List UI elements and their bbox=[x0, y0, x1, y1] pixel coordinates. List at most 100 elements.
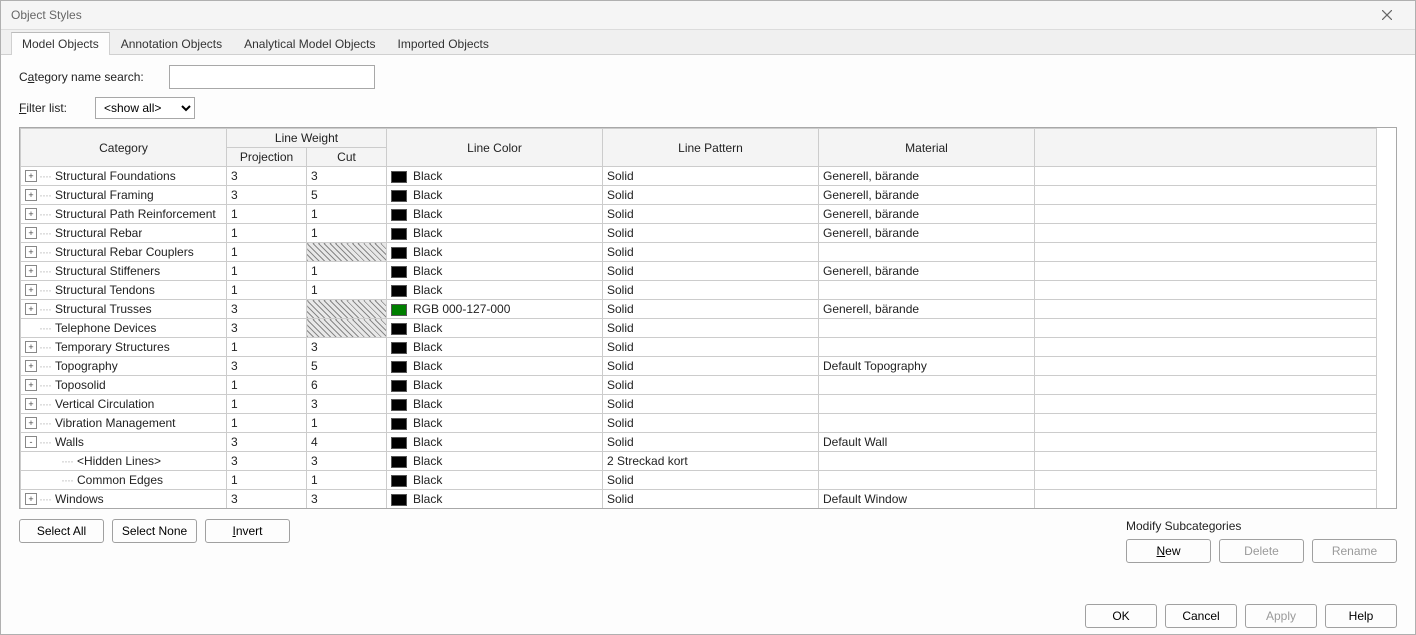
material-cell[interactable] bbox=[819, 338, 1035, 357]
projection-cell[interactable]: 1 bbox=[227, 281, 307, 300]
tree-expand-icon[interactable]: + bbox=[25, 303, 37, 315]
material-cell[interactable]: Default Wall bbox=[819, 433, 1035, 452]
line-color-cell[interactable]: Black bbox=[387, 224, 603, 243]
invert-button[interactable]: Invert bbox=[205, 519, 290, 543]
tree-expand-icon[interactable]: + bbox=[25, 246, 37, 258]
line-pattern-cell[interactable]: Solid bbox=[603, 224, 819, 243]
projection-cell[interactable]: 1 bbox=[227, 395, 307, 414]
cut-cell[interactable]: 3 bbox=[307, 452, 387, 471]
line-color-cell[interactable]: Black bbox=[387, 490, 603, 509]
cut-cell[interactable]: 3 bbox=[307, 395, 387, 414]
tree-expand-icon[interactable]: + bbox=[25, 341, 37, 353]
select-all-button[interactable]: Select All bbox=[19, 519, 104, 543]
cut-cell[interactable]: 1 bbox=[307, 414, 387, 433]
projection-cell[interactable]: 1 bbox=[227, 376, 307, 395]
line-pattern-cell[interactable]: Solid bbox=[603, 357, 819, 376]
tree-expand-icon[interactable]: + bbox=[25, 379, 37, 391]
delete-subcategory-button[interactable]: Delete bbox=[1219, 539, 1304, 563]
material-cell[interactable]: Generell, bärande bbox=[819, 300, 1035, 319]
material-cell[interactable]: Generell, bärande bbox=[819, 262, 1035, 281]
cut-cell[interactable]: 5 bbox=[307, 186, 387, 205]
tree-expand-icon[interactable]: + bbox=[25, 493, 37, 505]
material-cell[interactable] bbox=[819, 471, 1035, 490]
line-pattern-cell[interactable]: Solid bbox=[603, 205, 819, 224]
projection-cell[interactable]: 1 bbox=[227, 414, 307, 433]
projection-cell[interactable]: 3 bbox=[227, 452, 307, 471]
material-cell[interactable]: Generell, bärande bbox=[819, 167, 1035, 186]
line-color-cell[interactable]: Black bbox=[387, 243, 603, 262]
projection-cell[interactable]: 3 bbox=[227, 300, 307, 319]
line-pattern-cell[interactable]: Solid bbox=[603, 186, 819, 205]
col-material[interactable]: Material bbox=[819, 129, 1035, 167]
line-color-cell[interactable]: Black bbox=[387, 338, 603, 357]
cut-cell[interactable]: 1 bbox=[307, 224, 387, 243]
cut-cell[interactable] bbox=[307, 243, 387, 262]
tree-expand-icon[interactable]: + bbox=[25, 417, 37, 429]
filter-select[interactable]: <show all> bbox=[95, 97, 195, 119]
cut-cell[interactable] bbox=[307, 319, 387, 338]
table-row[interactable]: +····Windows33BlackSolidDefault Window bbox=[21, 490, 1377, 509]
cancel-button[interactable]: Cancel bbox=[1165, 604, 1237, 628]
line-pattern-cell[interactable]: Solid bbox=[603, 471, 819, 490]
material-cell[interactable]: Generell, bärande bbox=[819, 186, 1035, 205]
table-row[interactable]: +····Topography35BlackSolidDefault Topog… bbox=[21, 357, 1377, 376]
material-cell[interactable] bbox=[819, 452, 1035, 471]
cut-cell[interactable]: 3 bbox=[307, 338, 387, 357]
table-row[interactable]: +····Toposolid16BlackSolid bbox=[21, 376, 1377, 395]
line-color-cell[interactable]: Black bbox=[387, 452, 603, 471]
line-pattern-cell[interactable]: Solid bbox=[603, 319, 819, 338]
new-subcategory-button[interactable]: New bbox=[1126, 539, 1211, 563]
line-color-cell[interactable]: Black bbox=[387, 262, 603, 281]
projection-cell[interactable]: 3 bbox=[227, 490, 307, 509]
help-button[interactable]: Help bbox=[1325, 604, 1397, 628]
table-row[interactable]: +····Structural Stiffeners11BlackSolidGe… bbox=[21, 262, 1377, 281]
table-row[interactable]: +····Vibration Management11BlackSolid bbox=[21, 414, 1377, 433]
line-color-cell[interactable]: Black bbox=[387, 167, 603, 186]
projection-cell[interactable]: 1 bbox=[227, 243, 307, 262]
line-pattern-cell[interactable]: Solid bbox=[603, 433, 819, 452]
material-cell[interactable] bbox=[819, 376, 1035, 395]
line-color-cell[interactable]: RGB 000-127-000 bbox=[387, 300, 603, 319]
line-color-cell[interactable]: Black bbox=[387, 319, 603, 338]
line-color-cell[interactable]: Black bbox=[387, 205, 603, 224]
table-row[interactable]: +····Structural Rebar Couplers1BlackSoli… bbox=[21, 243, 1377, 262]
table-row[interactable]: ····Telephone Devices3BlackSolid bbox=[21, 319, 1377, 338]
cut-cell[interactable]: 3 bbox=[307, 490, 387, 509]
cut-cell[interactable]: 1 bbox=[307, 471, 387, 490]
apply-button[interactable]: Apply bbox=[1245, 604, 1317, 628]
table-row[interactable]: +····Structural Framing35BlackSolidGener… bbox=[21, 186, 1377, 205]
col-line-weight[interactable]: Line Weight bbox=[227, 129, 387, 148]
line-pattern-cell[interactable]: Solid bbox=[603, 490, 819, 509]
table-row[interactable]: +····Vertical Circulation13BlackSolid bbox=[21, 395, 1377, 414]
tree-expand-icon[interactable]: + bbox=[25, 398, 37, 410]
projection-cell[interactable]: 1 bbox=[227, 338, 307, 357]
line-pattern-cell[interactable]: Solid bbox=[603, 243, 819, 262]
tree-expand-icon[interactable]: + bbox=[25, 170, 37, 182]
cut-cell[interactable]: 1 bbox=[307, 262, 387, 281]
material-cell[interactable] bbox=[819, 281, 1035, 300]
table-row[interactable]: ····Common Edges11BlackSolid bbox=[21, 471, 1377, 490]
tab-imported-objects[interactable]: Imported Objects bbox=[387, 32, 500, 55]
col-projection[interactable]: Projection bbox=[227, 148, 307, 167]
line-pattern-cell[interactable]: Solid bbox=[603, 376, 819, 395]
projection-cell[interactable]: 3 bbox=[227, 357, 307, 376]
tab-model-objects[interactable]: Model Objects bbox=[11, 32, 110, 55]
tab-annotation-objects[interactable]: Annotation Objects bbox=[110, 32, 233, 55]
cut-cell[interactable]: 6 bbox=[307, 376, 387, 395]
line-color-cell[interactable]: Black bbox=[387, 395, 603, 414]
line-color-cell[interactable]: Black bbox=[387, 414, 603, 433]
table-row[interactable]: +····Structural Rebar11BlackSolidGenerel… bbox=[21, 224, 1377, 243]
line-color-cell[interactable]: Black bbox=[387, 376, 603, 395]
tree-expand-icon[interactable]: + bbox=[25, 360, 37, 372]
table-row[interactable]: -····Walls34BlackSolidDefault Wall bbox=[21, 433, 1377, 452]
tree-collapse-icon[interactable]: - bbox=[25, 436, 37, 448]
projection-cell[interactable]: 1 bbox=[227, 224, 307, 243]
material-cell[interactable]: Default Window bbox=[819, 490, 1035, 509]
table-row[interactable]: +····Structural Trusses3RGB 000-127-000S… bbox=[21, 300, 1377, 319]
col-category[interactable]: Category bbox=[21, 129, 227, 167]
line-pattern-cell[interactable]: 2 Streckad kort bbox=[603, 452, 819, 471]
rename-subcategory-button[interactable]: Rename bbox=[1312, 539, 1397, 563]
projection-cell[interactable]: 3 bbox=[227, 433, 307, 452]
material-cell[interactable] bbox=[819, 395, 1035, 414]
category-table-scroll[interactable]: Category Line Weight Line Color Line Pat… bbox=[19, 127, 1397, 509]
